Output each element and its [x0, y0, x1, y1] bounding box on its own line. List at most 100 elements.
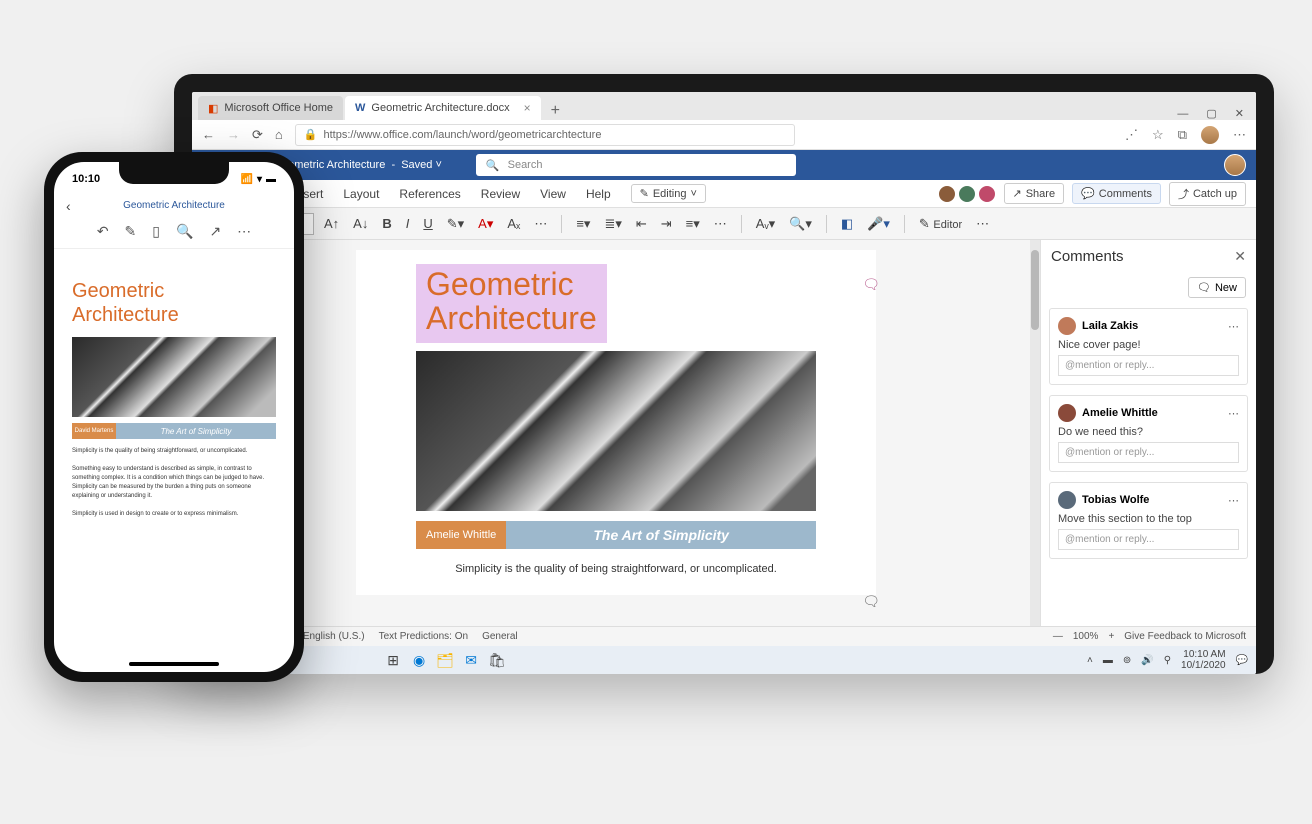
close-window-icon[interactable]: ✕	[1235, 107, 1244, 120]
comment-card[interactable]: Tobias Wolfe⋯ Move this section to the t…	[1049, 482, 1248, 559]
new-comment-button[interactable]: 🗨 New	[1188, 277, 1246, 298]
browser-profile-avatar[interactable]	[1201, 126, 1219, 144]
tray-chevron-icon[interactable]: ˄	[1087, 655, 1093, 666]
browser-tab-office-home[interactable]: ◧ Microsoft Office Home	[198, 96, 343, 120]
collaborator-avatars[interactable]	[938, 185, 996, 203]
comment-marker-icon[interactable]: 🗨	[862, 593, 880, 610]
more-icon[interactable]: ⋯	[237, 223, 251, 240]
phone-document[interactable]: GeometricArchitecture David Martens The …	[54, 249, 294, 672]
home-indicator[interactable]	[129, 662, 219, 666]
wifi-icon[interactable]: ⊚	[1123, 655, 1131, 666]
forward-icon[interactable]: →	[227, 127, 240, 142]
search-icon[interactable]: 🔍	[176, 223, 193, 240]
styles-icon[interactable]: Aᵥ▾	[752, 214, 779, 234]
more-para-icon[interactable]: ⋯	[710, 214, 731, 234]
comment-card[interactable]: Laila Zakis⋯ Nice cover page! @mention o…	[1049, 308, 1248, 385]
clear-format-icon[interactable]: Aₓ	[503, 214, 524, 233]
comment-marker-icon[interactable]: 🗨	[862, 276, 880, 293]
store-icon[interactable]: 🛍	[485, 648, 509, 672]
browser-tab-document[interactable]: W Geometric Architecture.docx ×	[345, 96, 541, 120]
ribbon-overflow-icon[interactable]: ⋯	[972, 214, 993, 234]
comment-menu-icon[interactable]: ⋯	[1228, 320, 1239, 333]
close-tab-icon[interactable]: ×	[524, 101, 531, 115]
bullets-icon[interactable]: ≡▾	[572, 214, 594, 234]
tab-help[interactable]: Help	[586, 183, 611, 205]
editing-mode-dropdown[interactable]: ✎ Editing ˅	[631, 184, 706, 203]
read-aloud-icon[interactable]: ⋰	[1125, 127, 1138, 143]
editor-button[interactable]: ✎ Editor	[915, 214, 966, 234]
align-icon[interactable]: ≡▾	[682, 214, 704, 234]
more-font-icon[interactable]: ⋯	[530, 214, 551, 234]
document-image[interactable]	[416, 351, 816, 511]
zoom-in-icon[interactable]: +	[1108, 631, 1114, 642]
zoom-level[interactable]: 100%	[1073, 631, 1099, 642]
volume-icon[interactable]: 🔊	[1141, 655, 1153, 666]
share-button[interactable]: ↗ Share	[1004, 183, 1065, 204]
comment-menu-icon[interactable]: ⋯	[1228, 494, 1239, 507]
close-comments-icon[interactable]: ✕	[1234, 248, 1246, 265]
phone-doc-title[interactable]: Geometric Architecture	[123, 200, 225, 211]
new-tab-button[interactable]: +	[543, 102, 568, 120]
document-name[interactable]: Geometric Architecture - Saved ˅	[273, 159, 441, 171]
maximize-icon[interactable]: ▢	[1206, 107, 1216, 120]
mobile-view-icon[interactable]: ▯	[152, 223, 160, 240]
tab-layout[interactable]: Layout	[343, 183, 379, 205]
document-canvas[interactable]: Geometric Architecture Amelie Whittle Th…	[192, 240, 1040, 626]
refresh-icon[interactable]: ⟳	[252, 127, 263, 143]
edge-icon[interactable]: ◉	[407, 648, 431, 672]
share-icon[interactable]: ↗	[209, 223, 221, 240]
decrease-indent-icon[interactable]: ⇤	[632, 214, 651, 234]
shrink-font-icon[interactable]: A↓	[349, 214, 372, 233]
task-view-icon[interactable]: ⊞	[381, 648, 405, 672]
feedback-link[interactable]: Give Feedback to Microsoft	[1124, 631, 1246, 642]
comment-reply-input[interactable]: @mention or reply...	[1058, 529, 1239, 550]
search-input[interactable]: 🔍 Search	[476, 154, 796, 176]
tab-references[interactable]: References	[399, 183, 460, 205]
grow-font-icon[interactable]: A↑	[320, 214, 343, 233]
back-icon[interactable]: ←	[202, 127, 215, 142]
italic-icon[interactable]: I	[402, 214, 414, 233]
status-language[interactable]: English (U.S.)	[303, 631, 365, 642]
numbering-icon[interactable]: ≣▾	[600, 214, 625, 234]
underline-icon[interactable]: U	[419, 214, 436, 233]
document-body-text[interactable]: Simplicity is the quality of being strai…	[416, 563, 816, 575]
comment-menu-icon[interactable]: ⋯	[1228, 407, 1239, 420]
status-general[interactable]: General	[482, 631, 518, 642]
home-icon[interactable]: ⌂	[275, 127, 283, 142]
browser-menu-icon[interactable]: ⋯	[1233, 127, 1246, 143]
minimize-icon[interactable]: —	[1177, 108, 1188, 120]
document-title[interactable]: Geometric Architecture	[416, 264, 607, 343]
bold-icon[interactable]: B	[378, 214, 395, 233]
explorer-icon[interactable]: 🗂	[433, 648, 457, 672]
highlight-icon[interactable]: ✎▾	[443, 214, 468, 234]
find-icon[interactable]: 🔍▾	[785, 214, 816, 234]
catch-up-button[interactable]: ⤴ Catch up	[1169, 182, 1246, 206]
comment-card[interactable]: Amelie Whittle⋯ Do we need this? @mentio…	[1049, 395, 1248, 472]
tab-label: Microsoft Office Home	[224, 102, 333, 114]
status-predictions[interactable]: Text Predictions: On	[379, 631, 468, 642]
comment-reply-input[interactable]: @mention or reply...	[1058, 442, 1239, 463]
tray-clock[interactable]: 10:10 AM 10/1/2020	[1181, 649, 1226, 671]
notifications-icon[interactable]: 💬	[1236, 655, 1248, 666]
favorite-icon[interactable]: ☆	[1152, 127, 1164, 143]
designer-icon[interactable]: ◧	[837, 214, 857, 234]
comment-reply-input[interactable]: @mention or reply...	[1058, 355, 1239, 376]
browser-tab-strip: ◧ Microsoft Office Home W Geometric Arch…	[192, 92, 1256, 120]
collections-icon[interactable]: ⧉	[1178, 127, 1187, 143]
mail-icon[interactable]: ✉	[459, 648, 483, 672]
vertical-scrollbar[interactable]	[1030, 240, 1040, 626]
url-input[interactable]: 🔒 https://www.office.com/launch/word/geo…	[295, 124, 795, 146]
user-avatar[interactable]	[1224, 154, 1246, 176]
battery-icon[interactable]: ▬	[1103, 655, 1113, 666]
tab-review[interactable]: Review	[481, 183, 520, 205]
font-color-icon[interactable]: A▾	[474, 214, 497, 234]
dictate-icon[interactable]: 🎤▾	[863, 214, 894, 234]
comments-button[interactable]: 💬 Comments	[1072, 183, 1161, 204]
zoom-out-icon[interactable]: —	[1053, 631, 1063, 642]
back-icon[interactable]: ‹	[66, 198, 71, 214]
tab-view[interactable]: View	[540, 183, 566, 205]
undo-icon[interactable]: ↶	[97, 223, 109, 240]
draw-icon[interactable]: ✎	[125, 223, 137, 240]
location-icon[interactable]: ⚲	[1164, 655, 1171, 666]
increase-indent-icon[interactable]: ⇥	[657, 214, 676, 234]
